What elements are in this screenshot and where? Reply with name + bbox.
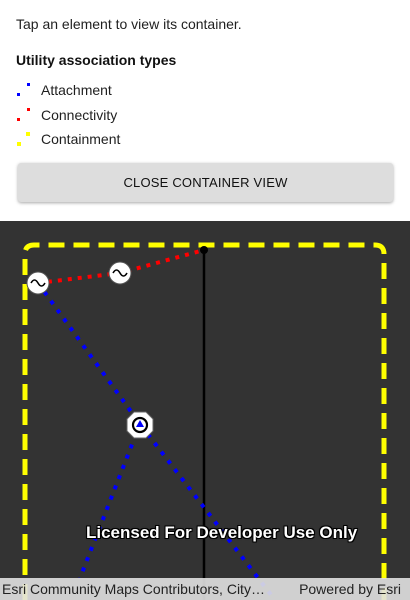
attachment-association-2 bbox=[78, 423, 142, 579]
attribution-text[interactable]: Esri Community Maps Contributors, City… bbox=[2, 581, 265, 597]
map-graphics bbox=[22, 242, 387, 600]
device-icon-middle bbox=[108, 261, 132, 285]
top-panel: Tap an element to view its container. Ut… bbox=[0, 0, 410, 221]
legend-item-connectivity: Connectivity bbox=[14, 104, 214, 126]
legend-item-containment: Containment bbox=[14, 128, 214, 150]
instruction-text: Tap an element to view its container. bbox=[16, 16, 242, 32]
close-container-view-button[interactable]: CLOSE CONTAINER VIEW bbox=[18, 163, 393, 202]
legend-item-attachment: Attachment bbox=[14, 79, 214, 101]
legend-title: Utility association types bbox=[16, 52, 177, 68]
map-view[interactable]: Licensed For Developer Use Only Esri Com… bbox=[0, 221, 410, 600]
attachment-association-1 bbox=[36, 281, 277, 600]
connectivity-dots-icon bbox=[17, 108, 30, 121]
powered-by-esri: Powered by Esri bbox=[299, 581, 401, 597]
legend-label-attachment: Attachment bbox=[41, 82, 112, 98]
octagon-device-icon bbox=[126, 411, 154, 439]
line-junction bbox=[200, 246, 208, 254]
device-icon-left bbox=[26, 271, 50, 295]
legend-label-containment: Containment bbox=[41, 131, 121, 147]
legend-label-connectivity: Connectivity bbox=[41, 107, 118, 123]
attribution-bar: Esri Community Maps Contributors, City… … bbox=[0, 578, 410, 600]
attachment-dots-icon bbox=[17, 83, 30, 96]
containment-dots-icon bbox=[17, 132, 30, 146]
developer-watermark: Licensed For Developer Use Only bbox=[86, 523, 358, 542]
